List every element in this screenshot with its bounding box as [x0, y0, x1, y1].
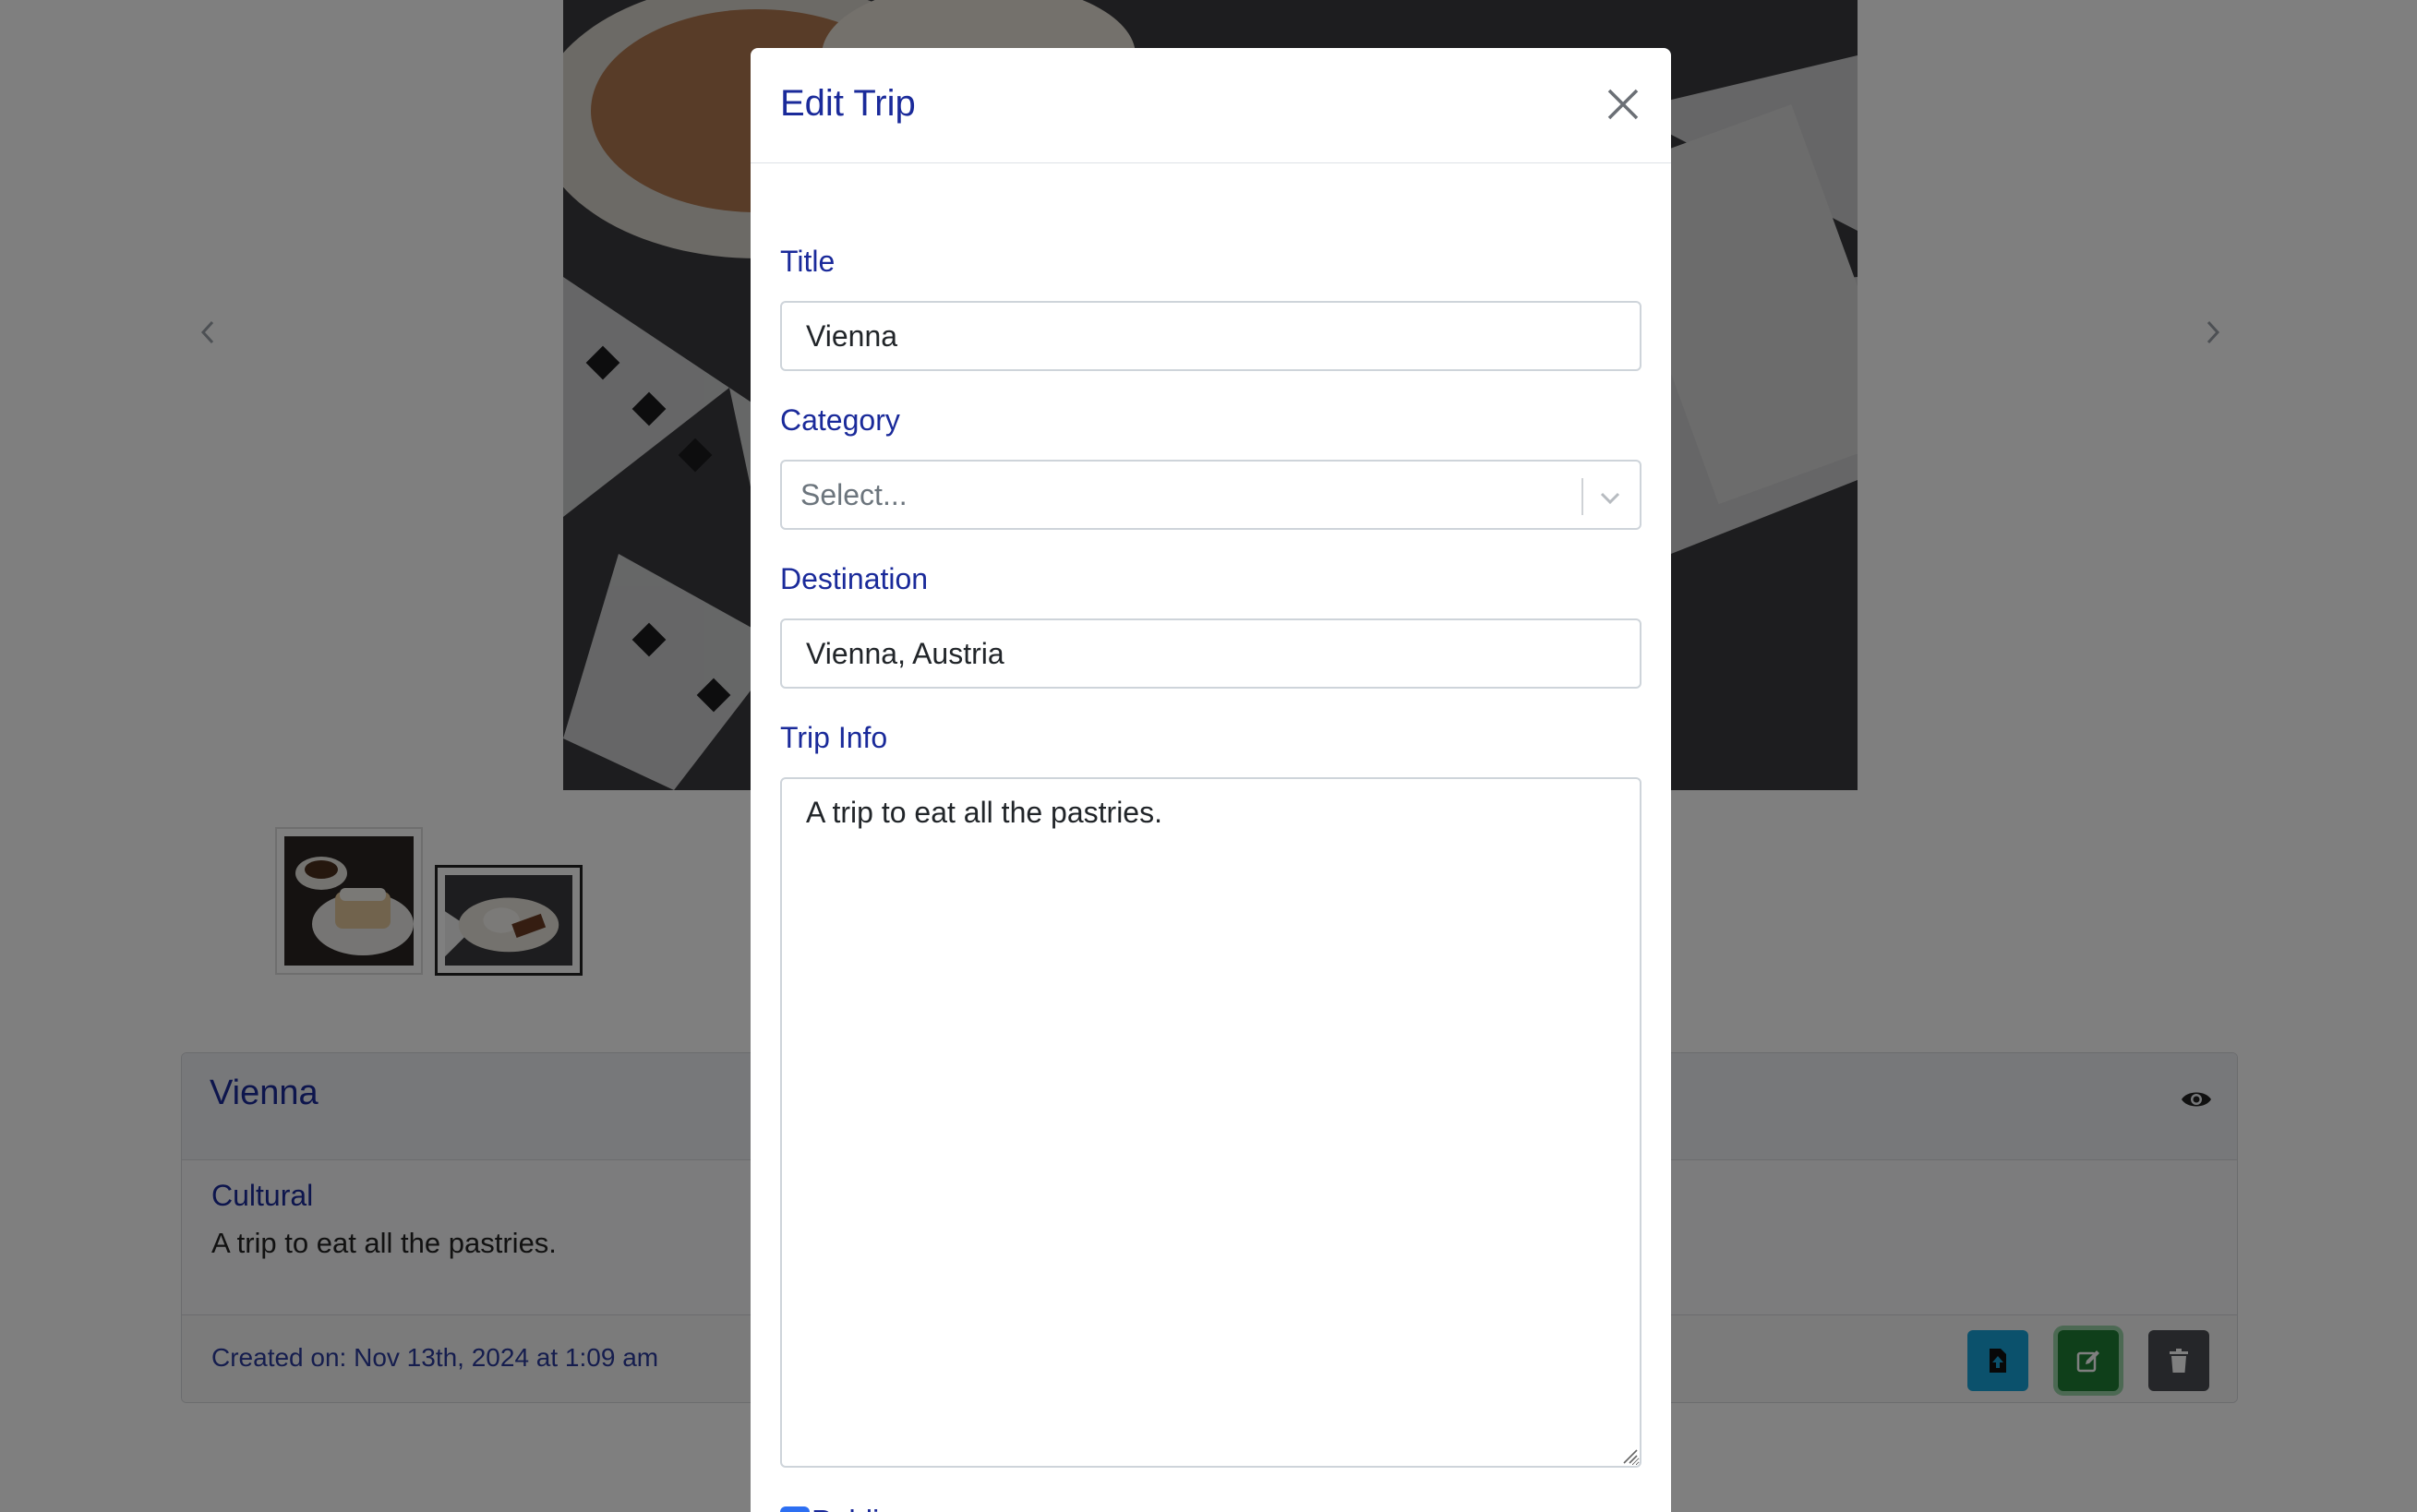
trip-info-textarea[interactable]: A trip to eat all the pastries.: [780, 777, 1641, 1468]
category-placeholder: Select...: [800, 478, 908, 511]
title-label: Title: [780, 245, 836, 278]
modal-title: Edit Trip: [780, 83, 916, 124]
resize-grip-icon[interactable]: [1620, 1446, 1639, 1465]
modal-header: Edit Trip: [751, 48, 1671, 163]
select-divider: [1581, 478, 1583, 515]
category-select[interactable]: Select...: [780, 460, 1641, 530]
category-label: Category: [780, 403, 900, 437]
destination-input[interactable]: [780, 618, 1641, 689]
chevron-down-icon[interactable]: [1594, 482, 1626, 513]
trip-info-label: Trip Info: [780, 721, 888, 754]
close-button[interactable]: [1604, 85, 1642, 124]
public-checkbox[interactable]: [780, 1506, 810, 1512]
public-checkbox-row[interactable]: Public: [780, 1504, 895, 1512]
edit-trip-modal: Edit Trip Title Category Select... Desti…: [751, 48, 1671, 1512]
destination-label: Destination: [780, 562, 929, 595]
title-input[interactable]: [780, 301, 1641, 371]
public-label: Public: [812, 1504, 895, 1512]
close-icon: [1607, 89, 1639, 120]
